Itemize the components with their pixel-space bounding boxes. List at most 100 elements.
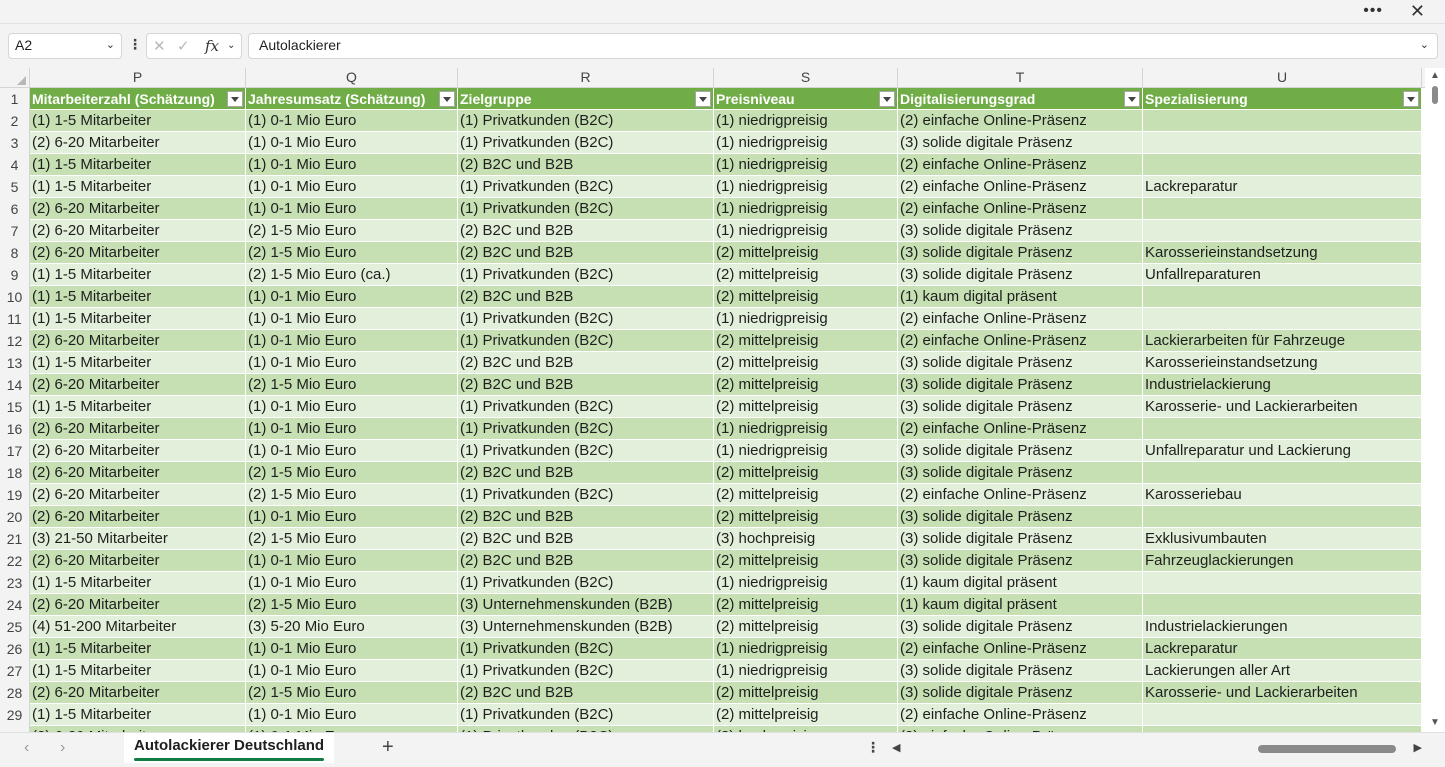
table-cell[interactable] bbox=[1143, 462, 1422, 484]
row-header[interactable]: 14 bbox=[0, 374, 30, 396]
table-cell[interactable]: (1) 1-5 Mitarbeiter bbox=[30, 176, 246, 198]
table-cell[interactable]: (1) 0-1 Mio Euro bbox=[246, 704, 458, 726]
row-header[interactable]: 22 bbox=[0, 550, 30, 572]
table-cell[interactable]: (1) Privatkunden (B2C) bbox=[458, 572, 714, 594]
table-cell[interactable]: (2) 1-5 Mio Euro bbox=[246, 374, 458, 396]
row-header[interactable]: 25 bbox=[0, 616, 30, 638]
table-cell[interactable]: Karosserie- und Lackierarbeiten bbox=[1143, 396, 1422, 418]
table-cell[interactable]: (2) 6-20 Mitarbeiter bbox=[30, 132, 246, 154]
row-header[interactable]: 7 bbox=[0, 220, 30, 242]
table-cell[interactable]: (4) 51-200 Mitarbeiter bbox=[30, 616, 246, 638]
table-cell[interactable]: (2) B2C und B2B bbox=[458, 154, 714, 176]
row-header[interactable]: 24 bbox=[0, 594, 30, 616]
table-cell[interactable]: (2) mittelpreisig bbox=[714, 594, 898, 616]
filter-dropdown-icon[interactable] bbox=[695, 91, 711, 107]
table-cell[interactable]: (2) mittelpreisig bbox=[714, 264, 898, 286]
vertical-scroll-thumb[interactable] bbox=[1432, 86, 1438, 104]
table-cell[interactable]: (1) 0-1 Mio Euro bbox=[246, 396, 458, 418]
table-cell[interactable]: (1) Privatkunden (B2C) bbox=[458, 660, 714, 682]
row-header[interactable]: 20 bbox=[0, 506, 30, 528]
table-cell[interactable]: (3) solide digitale Präsenz bbox=[898, 132, 1143, 154]
table-cell[interactable]: (2) 1-5 Mio Euro bbox=[246, 220, 458, 242]
spreadsheet-grid[interactable]: PQRSTU ▲ ▼ 1 Mitarbeiterzahl (Schätzung) J… bbox=[0, 68, 1445, 732]
table-cell[interactable]: (2) einfache Online-Präsenz bbox=[898, 330, 1143, 352]
table-cell[interactable]: Lackierungen aller Art bbox=[1143, 660, 1422, 682]
table-cell[interactable]: (2) mittelpreisig bbox=[714, 330, 898, 352]
column-header-u[interactable]: U bbox=[1143, 68, 1422, 88]
table-cell[interactable]: (2) 6-20 Mitarbeiter bbox=[30, 198, 246, 220]
table-cell[interactable]: (2) B2C und B2B bbox=[458, 550, 714, 572]
prev-sheet-icon[interactable]: ‹ bbox=[24, 739, 29, 757]
table-cell[interactable]: (3) solide digitale Präsenz bbox=[898, 220, 1143, 242]
row-header[interactable]: 23 bbox=[0, 572, 30, 594]
table-cell[interactable]: (3) solide digitale Präsenz bbox=[898, 352, 1143, 374]
row-header[interactable]: 1 bbox=[0, 88, 30, 110]
row-header[interactable]: 9 bbox=[0, 264, 30, 286]
table-cell[interactable]: (2) mittelpreisig bbox=[714, 484, 898, 506]
table-cell[interactable]: (2) 1-5 Mio Euro bbox=[246, 528, 458, 550]
row-header[interactable]: 29 bbox=[0, 704, 30, 726]
vertical-dots-icon[interactable]: ⋮ bbox=[866, 739, 880, 756]
chevron-down-icon[interactable]: ⌄ bbox=[227, 40, 235, 51]
row-header[interactable]: 8 bbox=[0, 242, 30, 264]
table-cell[interactable]: (1) 0-1 Mio Euro bbox=[246, 352, 458, 374]
row-header[interactable]: 3 bbox=[0, 132, 30, 154]
column-header-r[interactable]: R bbox=[458, 68, 714, 88]
table-cell[interactable]: (2) B2C und B2B bbox=[458, 352, 714, 374]
column-header-t[interactable]: T bbox=[898, 68, 1143, 88]
table-header-cell[interactable]: Jahresumsatz (Schätzung) bbox=[246, 88, 458, 110]
table-cell[interactable]: (2) B2C und B2B bbox=[458, 462, 714, 484]
table-cell[interactable]: (2) einfache Online-Präsenz bbox=[898, 154, 1143, 176]
table-cell[interactable] bbox=[1143, 154, 1422, 176]
table-cell[interactable]: (1) 0-1 Mio Euro bbox=[246, 198, 458, 220]
cancel-icon[interactable]: ✕ bbox=[153, 37, 166, 55]
table-cell[interactable]: (3) solide digitale Präsenz bbox=[898, 550, 1143, 572]
table-cell[interactable]: (2) B2C und B2B bbox=[458, 506, 714, 528]
table-cell[interactable]: (1) 1-5 Mitarbeiter bbox=[30, 704, 246, 726]
scroll-down-icon[interactable]: ▼ bbox=[1430, 717, 1440, 728]
table-cell[interactable]: (2) mittelpreisig bbox=[714, 616, 898, 638]
table-cell[interactable]: (2) 6-20 Mitarbeiter bbox=[30, 242, 246, 264]
table-cell[interactable]: (2) 6-20 Mitarbeiter bbox=[30, 484, 246, 506]
row-header[interactable]: 15 bbox=[0, 396, 30, 418]
add-sheet-button[interactable]: + bbox=[382, 736, 394, 759]
row-header[interactable]: 28 bbox=[0, 682, 30, 704]
table-cell[interactable]: (2) einfache Online-Präsenz bbox=[898, 638, 1143, 660]
filter-dropdown-icon[interactable] bbox=[227, 91, 243, 107]
table-cell[interactable]: (1) 0-1 Mio Euro bbox=[246, 418, 458, 440]
table-cell[interactable]: (1) 0-1 Mio Euro bbox=[246, 506, 458, 528]
table-cell[interactable]: (3) solide digitale Präsenz bbox=[898, 462, 1143, 484]
table-cell[interactable]: (1) niedrigpreisig bbox=[714, 176, 898, 198]
table-cell[interactable]: Unfallreparaturen bbox=[1143, 264, 1422, 286]
next-sheet-icon[interactable]: › bbox=[60, 739, 65, 757]
horizontal-scrollbar[interactable]: ◀ ▶ bbox=[892, 741, 1422, 757]
table-cell[interactable] bbox=[1143, 220, 1422, 242]
table-cell[interactable]: (1) kaum digital präsent bbox=[898, 594, 1143, 616]
table-cell[interactable]: (1) 0-1 Mio Euro bbox=[246, 286, 458, 308]
table-cell[interactable]: (1) 0-1 Mio Euro bbox=[246, 572, 458, 594]
row-header[interactable]: 2 bbox=[0, 110, 30, 132]
column-header-s[interactable]: S bbox=[714, 68, 898, 88]
scroll-right-icon[interactable]: ▶ bbox=[1414, 741, 1422, 754]
scroll-left-icon[interactable]: ◀ bbox=[892, 741, 900, 754]
table-cell[interactable] bbox=[1143, 506, 1422, 528]
row-header[interactable]: 13 bbox=[0, 352, 30, 374]
table-cell[interactable]: (3) solide digitale Präsenz bbox=[898, 682, 1143, 704]
table-cell[interactable]: (1) 0-1 Mio Euro bbox=[246, 550, 458, 572]
table-cell[interactable]: (2) einfache Online-Präsenz bbox=[898, 198, 1143, 220]
table-cell[interactable]: Lackreparatur bbox=[1143, 638, 1422, 660]
table-cell[interactable] bbox=[1143, 308, 1422, 330]
table-cell[interactable]: (3) solide digitale Präsenz bbox=[898, 374, 1143, 396]
table-cell[interactable]: (2) mittelpreisig bbox=[714, 286, 898, 308]
table-cell[interactable]: (2) mittelpreisig bbox=[714, 242, 898, 264]
table-cell[interactable]: (2) 1-5 Mio Euro bbox=[246, 594, 458, 616]
row-header[interactable]: 4 bbox=[0, 154, 30, 176]
table-cell[interactable] bbox=[1143, 110, 1422, 132]
table-cell[interactable]: (2) 1-5 Mio Euro bbox=[246, 242, 458, 264]
table-cell[interactable]: (1) kaum digital präsent bbox=[898, 286, 1143, 308]
table-cell[interactable]: (3) solide digitale Präsenz bbox=[898, 616, 1143, 638]
table-cell[interactable]: (1) niedrigpreisig bbox=[714, 418, 898, 440]
table-cell[interactable]: (1) Privatkunden (B2C) bbox=[458, 308, 714, 330]
sheet-tab-autolackierer[interactable]: Autolackierer Deutschland bbox=[124, 733, 335, 763]
table-cell[interactable]: (1) Privatkunden (B2C) bbox=[458, 396, 714, 418]
